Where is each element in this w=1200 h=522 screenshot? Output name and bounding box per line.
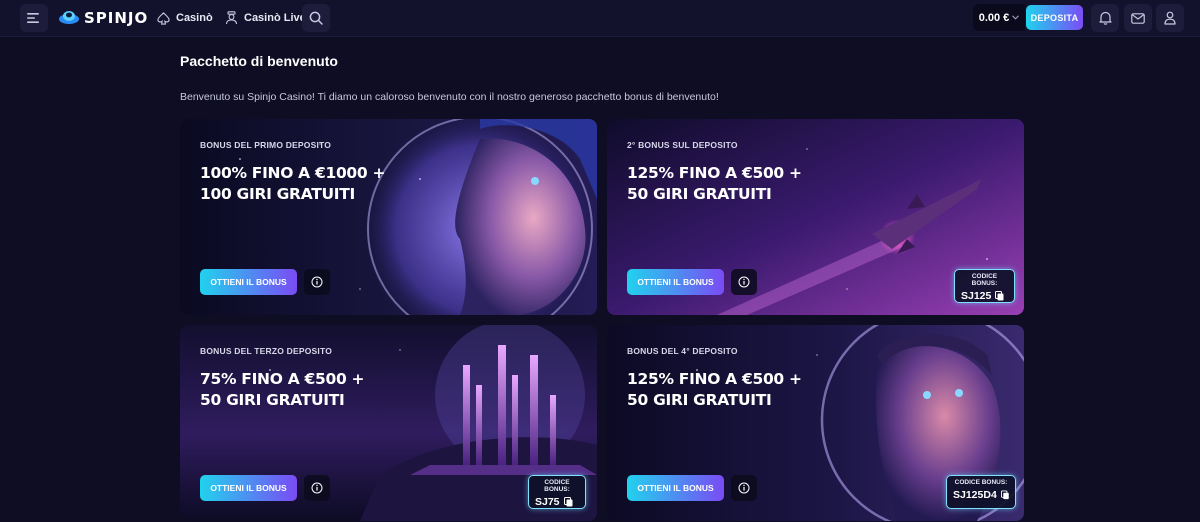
info-button[interactable]: [304, 269, 330, 295]
account-button[interactable]: [1156, 4, 1184, 32]
card-title-line1: 75% FINO A €500 +: [200, 370, 365, 388]
logo-text: SPINJO: [84, 9, 149, 27]
messages-button[interactable]: [1124, 4, 1152, 32]
claim-bonus-button[interactable]: OTTIENI IL BONUS: [200, 475, 297, 501]
bonus-code-text: SJ75: [535, 496, 560, 508]
info-button[interactable]: [731, 475, 757, 501]
card-title-line1: 100% FINO A €1000 +: [200, 164, 386, 182]
card-title: 125% FINO A €500 + 50 GIRI GRATUITI: [627, 163, 827, 205]
deposit-button[interactable]: DEPOSITA: [1026, 5, 1083, 30]
card-title-line2: 50 GIRI GRATUITI: [627, 391, 772, 409]
info-icon: [311, 482, 323, 494]
nav-casino-live[interactable]: Casinò Live: [225, 9, 306, 27]
search-button[interactable]: [302, 4, 330, 32]
info-button[interactable]: [304, 475, 330, 501]
page-intro: Benvenuto su Spinjo Casino! Ti diamo un …: [180, 91, 719, 103]
card-title: 125% FINO A €500 + 50 GIRI GRATUITI: [627, 369, 827, 411]
bonus-card-second-deposit: 2° BONUS SUL DEPOSITO 125% FINO A €500 +…: [607, 119, 1024, 315]
balance-value: 0.00 €: [978, 11, 1010, 24]
bonus-code-label: CODICE BONUS:: [971, 273, 998, 287]
info-icon: [738, 482, 750, 494]
bonus-code-box[interactable]: CODICE BONUS: SJ125D4: [946, 475, 1016, 509]
logo-icon: [59, 11, 79, 24]
bonus-card-first-deposit: BONUS DEL PRIMO DEPOSITO 100% FINO A €10…: [180, 119, 597, 315]
card-title-line2: 50 GIRI GRATUITI: [200, 391, 345, 409]
card-title-line1: 125% FINO A €500 +: [627, 370, 802, 388]
info-icon: [738, 276, 750, 288]
info-button[interactable]: [731, 269, 757, 295]
user-icon: [1164, 11, 1176, 25]
card-title-line2: 100 GIRI GRATUITI: [200, 185, 355, 203]
bonus-code-label: CODICE BONUS:: [954, 479, 1008, 486]
dealer-icon: [225, 11, 238, 25]
menu-button[interactable]: [20, 4, 48, 32]
bonus-code: SJ125: [961, 290, 1008, 302]
bonus-code: SJ75: [535, 496, 579, 508]
bell-icon: [1098, 11, 1112, 25]
card-title-line2: 50 GIRI GRATUITI: [627, 185, 772, 203]
notifications-button[interactable]: [1091, 4, 1119, 32]
card-label: BONUS DEL PRIMO DEPOSITO: [200, 140, 332, 150]
top-navbar: SPINJO Casinò Casinò Live 0.00 € DEPOSIT…: [0, 0, 1200, 37]
claim-bonus-button[interactable]: OTTIENI IL BONUS: [627, 475, 724, 501]
card-title: 75% FINO A €500 + 50 GIRI GRATUITI: [200, 369, 400, 411]
bonus-code-text: SJ125: [961, 290, 992, 302]
bonus-code-label: CODICE BONUS:: [544, 479, 570, 493]
nav-casino[interactable]: Casinò: [157, 9, 213, 27]
card-title-line1: 125% FINO A €500 +: [627, 164, 802, 182]
card-label: 2° BONUS SUL DEPOSITO: [627, 140, 738, 150]
copy-icon[interactable]: [1000, 490, 1009, 500]
search-icon: [309, 11, 323, 25]
chevron-down-icon: [1012, 15, 1020, 20]
bonus-card-fourth-deposit: BONUS DEL 4° DEPOSITO 125% FINO A €500 +…: [607, 325, 1024, 521]
card-title: 100% FINO A €1000 + 100 GIRI GRATUITI: [200, 163, 400, 205]
bonus-code-text: SJ125D4: [953, 489, 997, 501]
bonus-code-box[interactable]: CODICE BONUS: SJ75: [528, 475, 586, 509]
claim-bonus-button[interactable]: OTTIENI IL BONUS: [627, 269, 724, 295]
card-label: BONUS DEL 4° DEPOSITO: [627, 346, 738, 356]
bonus-card-third-deposit: BONUS DEL TERZO DEPOSITO 75% FINO A €500…: [180, 325, 597, 521]
card-label: BONUS DEL TERZO DEPOSITO: [200, 346, 333, 356]
spade-icon: [157, 11, 170, 25]
balance-selector[interactable]: 0.00 €: [973, 4, 1025, 31]
nav-casino-label: Casinò: [176, 12, 213, 24]
info-icon: [311, 276, 323, 288]
mail-icon: [1131, 12, 1145, 24]
bonus-code: SJ125D4: [953, 489, 1009, 501]
menu-icon: [27, 13, 39, 23]
copy-icon[interactable]: [995, 291, 1004, 301]
claim-bonus-button[interactable]: OTTIENI IL BONUS: [200, 269, 297, 295]
nav-casino-live-label: Casinò Live: [244, 12, 306, 24]
logo[interactable]: SPINJO: [58, 8, 148, 28]
copy-icon[interactable]: [563, 497, 573, 507]
bonus-code-box[interactable]: CODICE BONUS: SJ125: [954, 269, 1015, 303]
page-title: Pacchetto di benvenuto: [180, 53, 338, 69]
